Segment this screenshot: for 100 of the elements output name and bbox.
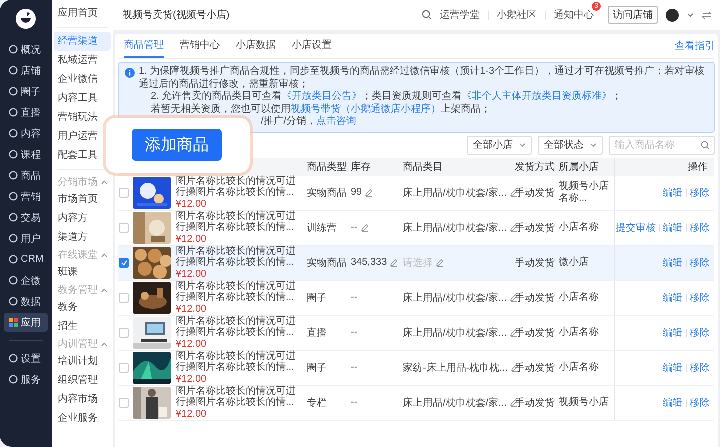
action-link[interactable]: 编辑	[663, 290, 683, 304]
circle-icon	[9, 276, 18, 285]
product-price: ¥12.00	[176, 234, 208, 244]
action-link[interactable]: 提交审核	[616, 220, 656, 234]
circle-icon	[9, 150, 18, 159]
menu-item[interactable]: 企业服务	[54, 409, 111, 428]
menu-item[interactable]: 经营渠道	[54, 32, 111, 51]
circle-icon	[9, 234, 18, 243]
link[interactable]: 点击咨询	[316, 116, 357, 127]
menu-item[interactable]: 教务	[54, 298, 111, 317]
menu-item[interactable]: 班课	[54, 263, 111, 282]
search-field[interactable]: 输入商品名称	[609, 136, 715, 154]
nav-item[interactable]: 内容	[4, 124, 48, 143]
menu-item[interactable]: 组织管理	[54, 371, 111, 390]
menu-item[interactable]: 企业微信	[54, 70, 111, 89]
action-link[interactable]: 编辑	[663, 360, 683, 374]
menu-item[interactable]: 市场首页	[54, 190, 111, 209]
caret-icon[interactable]	[687, 12, 694, 18]
checkbox[interactable]	[119, 328, 129, 338]
checkbox[interactable]	[119, 188, 129, 198]
action-link[interactable]: 编辑	[663, 396, 683, 410]
avatar[interactable]	[666, 8, 679, 22]
circle-icon	[9, 129, 18, 138]
checkbox[interactable]	[119, 362, 129, 372]
guide-link[interactable]: 查看指引	[675, 39, 715, 53]
action-link[interactable]: 移除	[690, 360, 710, 374]
nav-item[interactable]: 数据	[4, 292, 48, 311]
nav-item[interactable]: 用户	[4, 229, 48, 248]
search-icon[interactable]	[701, 140, 710, 150]
nav-item[interactable]: 服务	[4, 370, 48, 389]
menu-item[interactable]: 内容工具	[54, 89, 111, 108]
table-cell: 99	[351, 187, 362, 198]
nav-item[interactable]: 课程	[4, 145, 48, 164]
nav-item[interactable]: 店铺	[4, 61, 48, 80]
product-name: 图片名称比较长的情况可进行操图片名称比较长的情...	[176, 210, 297, 234]
menu-item[interactable]: 私域运营	[54, 51, 111, 70]
action-link[interactable]: 移除	[690, 396, 710, 410]
table-cell: 手动发货	[515, 222, 555, 234]
action-link[interactable]: 移除	[690, 326, 710, 340]
link[interactable]: 《开放类目公告》	[282, 91, 362, 102]
nav-item[interactable]: 概况	[4, 40, 48, 59]
top-link[interactable]: 通知中心	[554, 10, 594, 21]
checkbox[interactable]	[119, 398, 129, 408]
table-cell-text: 床上用品/枕巾枕套/家...	[403, 326, 507, 340]
nav-item[interactable]: 商品	[4, 166, 48, 185]
checkbox[interactable]	[119, 258, 129, 268]
group-label: 分销市场	[58, 176, 98, 189]
action-link[interactable]: 移除	[690, 186, 710, 200]
top-link[interactable]: 小鹅社区	[497, 8, 537, 22]
visit-store-button[interactable]: 访问店铺	[608, 6, 658, 24]
nav-item[interactable]: CRM	[4, 250, 48, 269]
link[interactable]: 《非个人主体开放类目资质标准》	[462, 91, 612, 102]
page-title: 视频号卖货(视频号小店)	[123, 8, 230, 22]
dropdown[interactable]: 全部状态	[538, 136, 603, 154]
logo-icon	[15, 8, 37, 30]
action-link[interactable]: 移除	[690, 256, 710, 270]
menu-item[interactable]: 内容方	[54, 209, 111, 228]
menu-item[interactable]: 培训计划	[54, 352, 111, 371]
tab[interactable]: 营销中心	[180, 34, 220, 58]
action-link[interactable]: 移除	[690, 220, 710, 234]
add-product-button[interactable]: 添加商品	[132, 129, 222, 161]
menu-item[interactable]: 渠道方	[54, 228, 111, 247]
nav-item[interactable]: 设置	[4, 349, 48, 368]
nav-item[interactable]: 圈子	[4, 82, 48, 101]
top-link[interactable]: 运营学堂	[440, 8, 480, 22]
chevron-icon[interactable]	[101, 342, 108, 346]
table-cell: 手动发货	[515, 362, 555, 374]
menu-item[interactable]: 应用首页	[54, 4, 111, 23]
table-cell-text: 床上用品/枕巾枕套/家...	[403, 292, 507, 304]
nav-item[interactable]: 直播	[4, 103, 48, 122]
chevron-icon[interactable]	[101, 288, 108, 292]
group-label: 教务管理	[58, 284, 98, 297]
circle-icon	[9, 66, 18, 75]
checkbox[interactable]	[119, 222, 129, 232]
tab[interactable]: 小店数据	[236, 34, 276, 58]
chevron-icon[interactable]	[101, 252, 108, 258]
nav-item[interactable]: 营销	[4, 187, 48, 206]
action-link[interactable]: 移除	[690, 290, 710, 304]
nav-item[interactable]: 企微	[4, 271, 48, 290]
chevron-icon[interactable]	[101, 180, 108, 184]
notice-text: 2. 允许售卖的商品类目可查看《开放类目公告》；类目资质规则可查看《非个人主体开放类目资质标准》；	[150, 91, 624, 104]
menu-item[interactable]: 招生	[54, 317, 111, 336]
tab[interactable]: 小店设置	[292, 34, 332, 58]
dropdown[interactable]: 全部小店	[467, 136, 532, 154]
action-link[interactable]: 编辑	[663, 326, 683, 340]
action-link[interactable]: 编辑	[663, 220, 683, 234]
action-link[interactable]: 编辑	[663, 186, 683, 200]
nav-item[interactable]: 应用	[4, 313, 48, 332]
table-cell: 小店名称	[559, 362, 599, 372]
link[interactable]: 视频号带货（小鹅通微店小程序）	[291, 104, 441, 114]
swap-icon[interactable]	[702, 10, 712, 20]
product-name: 图片名称比较长的情况可进行操图片名称比较长的情...	[176, 316, 297, 338]
checkbox[interactable]	[119, 292, 129, 302]
action-link[interactable]: 编辑	[663, 256, 683, 270]
nav-item[interactable]: 交易	[4, 208, 48, 227]
table-cell: 实物商品	[307, 188, 347, 198]
tab[interactable]: 商品管理	[124, 34, 164, 58]
menu-item[interactable]: 内容市场	[54, 390, 111, 409]
search-icon[interactable]	[422, 10, 432, 20]
grid-icon	[9, 318, 18, 327]
